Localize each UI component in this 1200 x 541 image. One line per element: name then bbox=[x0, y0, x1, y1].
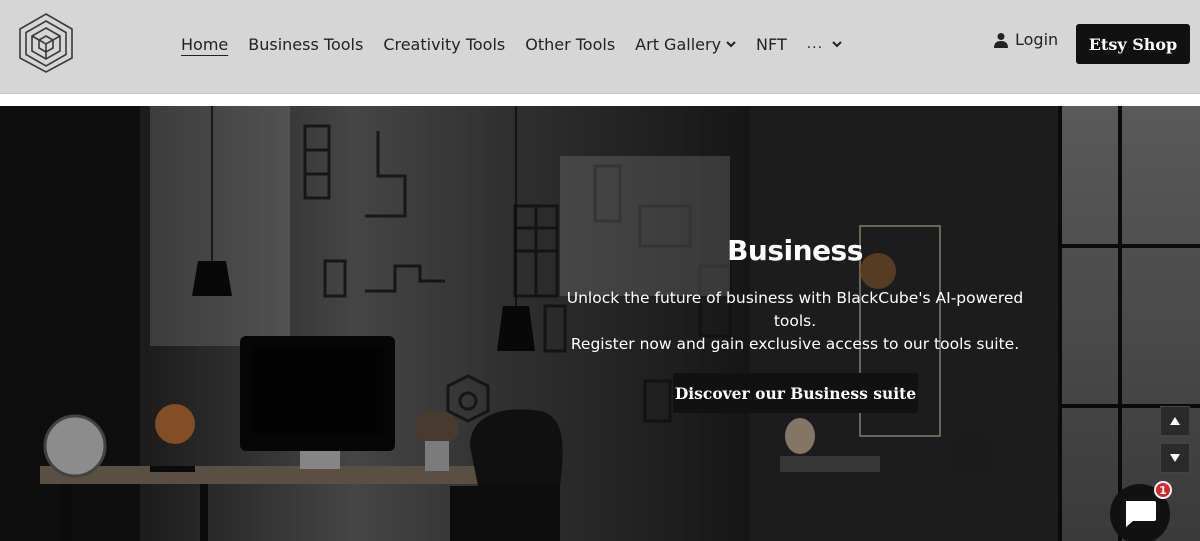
nav-art-gallery[interactable]: Art Gallery bbox=[635, 35, 736, 54]
scroll-down-button[interactable] bbox=[1160, 443, 1190, 473]
nav-art-gallery-label: Art Gallery bbox=[635, 34, 722, 54]
nav-nft[interactable]: NFT bbox=[756, 35, 787, 54]
nav-creativity-tools-label: Creativity Tools bbox=[383, 34, 506, 54]
nav-other-tools-label: Other Tools bbox=[525, 34, 616, 54]
nav-other-tools[interactable]: Other Tools bbox=[525, 35, 615, 54]
etsy-shop-label: Etsy Shop bbox=[1088, 34, 1178, 54]
cube-logo-icon[interactable] bbox=[18, 12, 74, 74]
nav-business-tools[interactable]: Business Tools bbox=[248, 35, 363, 54]
hero-section: Business Unlock the future of business w… bbox=[0, 106, 1200, 541]
arrow-down-icon bbox=[1170, 454, 1180, 462]
hero-subtitle-line-2: Register now and gain exclusive access t… bbox=[570, 335, 1020, 353]
discover-business-suite-label: Discover our Business suite bbox=[674, 383, 917, 403]
login-link[interactable]: Login bbox=[993, 30, 1058, 49]
chevron-down-icon bbox=[832, 41, 842, 48]
scroll-up-button[interactable] bbox=[1160, 406, 1190, 436]
nav-business-tools-label: Business Tools bbox=[248, 34, 364, 54]
nav-more[interactable]: ... bbox=[807, 36, 842, 52]
main-nav: Home Business Tools Creativity Tools Oth… bbox=[181, 0, 862, 88]
arrow-up-icon bbox=[1170, 417, 1180, 425]
hero-subtitle-line-1: Unlock the future of business with Black… bbox=[566, 289, 1024, 330]
nav-more-label: ... bbox=[806, 36, 824, 52]
hero-subtitle: Unlock the future of business with Black… bbox=[545, 287, 1045, 356]
etsy-shop-button[interactable]: Etsy Shop bbox=[1076, 24, 1190, 64]
discover-business-suite-button[interactable]: Discover our Business suite bbox=[673, 373, 918, 413]
nav-home-label: Home bbox=[181, 34, 229, 54]
chevron-down-icon bbox=[726, 41, 736, 48]
nav-home[interactable]: Home bbox=[181, 35, 228, 54]
login-label: Login bbox=[1015, 30, 1059, 49]
hero-title: Business bbox=[727, 234, 863, 267]
chat-bubble-icon bbox=[1126, 501, 1156, 527]
user-icon bbox=[994, 32, 1008, 48]
nav-creativity-tools[interactable]: Creativity Tools bbox=[383, 35, 505, 54]
site-header: Home Business Tools Creativity Tools Oth… bbox=[0, 0, 1200, 94]
nav-nft-label: NFT bbox=[756, 34, 787, 54]
chat-notification-badge: 1 bbox=[1154, 481, 1172, 499]
